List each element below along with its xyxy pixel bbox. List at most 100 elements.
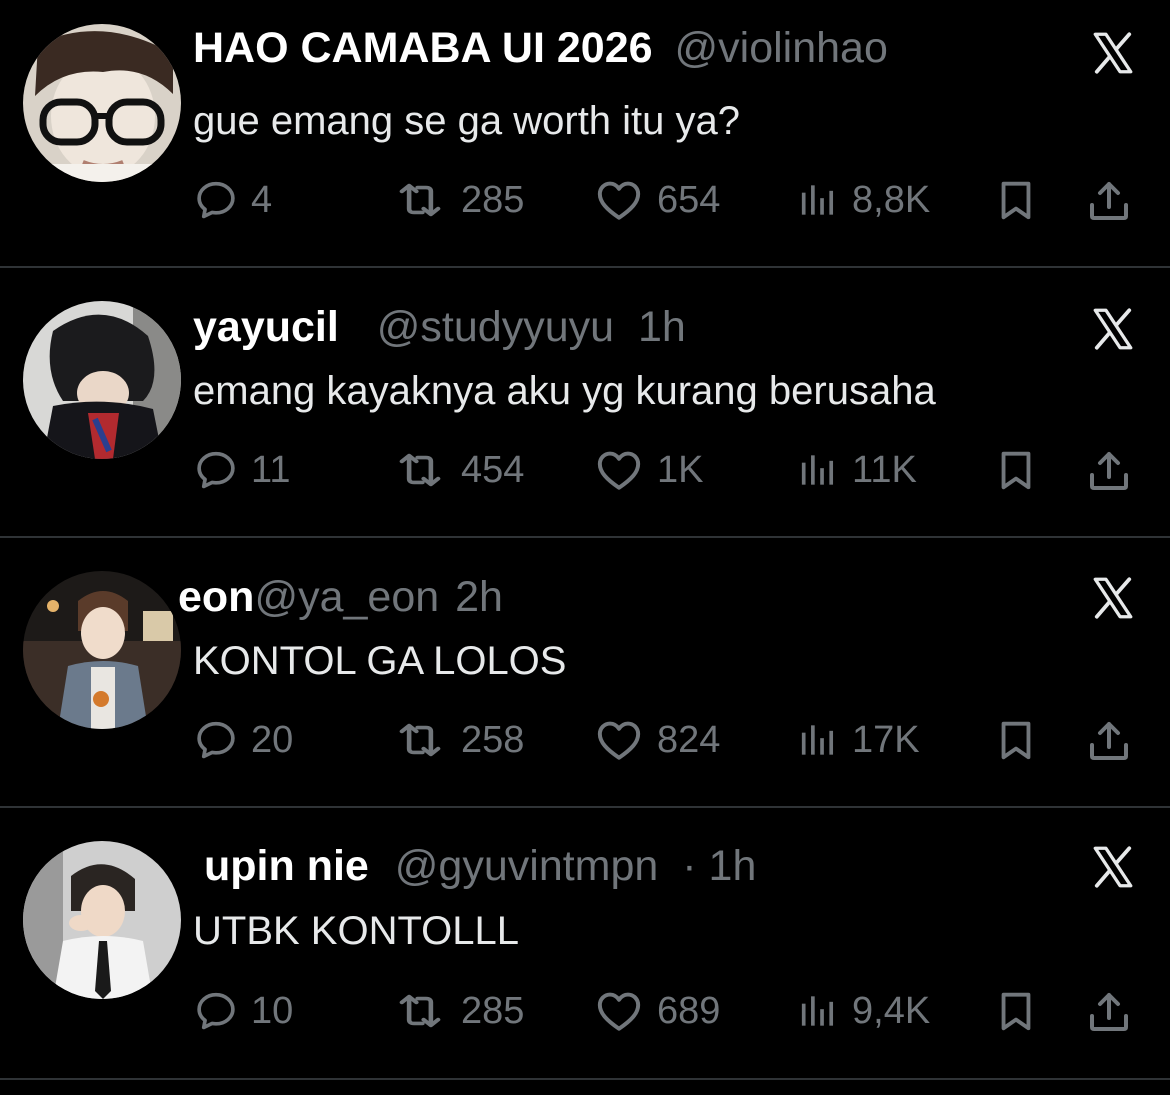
like-button[interactable]: 689 [593,984,720,1038]
reply-count: 11 [251,448,291,491]
views-icon [796,989,840,1033]
views-icon [796,718,840,762]
share-icon [1085,177,1133,225]
bookmark-button[interactable] [993,177,1039,228]
like-count: 824 [657,718,721,761]
action-bar: 4 285 654 8,8K [193,173,1143,227]
display-name[interactable]: HAO CAMABA UI 2026 [193,24,653,72]
views-count: 9,4K [852,989,931,1032]
user-handle[interactable]: @gyuvintmpn [395,842,659,890]
like-button[interactable]: 1K [593,443,703,497]
timestamp[interactable]: 1h [638,303,686,351]
views-icon [796,178,840,222]
repost-button[interactable]: 258 [391,713,524,767]
views-button[interactable]: 8,8K [796,173,930,227]
x-logo-icon [1088,573,1138,623]
reply-count: 10 [251,989,294,1032]
avatar-image [23,301,181,459]
repost-button[interactable]: 285 [391,984,524,1038]
views-button[interactable]: 17K [796,713,920,767]
tweet-text: KONTOL GA LOLOS [193,639,567,683]
bookmark-icon [993,988,1039,1034]
repost-count: 258 [461,718,525,761]
reply-button[interactable]: 4 [193,173,272,227]
bookmark-icon [993,177,1039,223]
repost-icon [391,177,449,223]
tweet[interactable]: yayucil @studyyuyu 1h emang kayaknya aku… [0,268,1170,536]
like-count: 689 [657,989,721,1032]
bookmark-icon [993,717,1039,763]
tweet-text: gue emang se ga worth itu ya? [193,99,741,143]
bookmark-button[interactable] [993,447,1039,498]
share-button[interactable] [1085,717,1133,770]
action-bar: 20 258 824 17K [193,713,1143,767]
reply-button[interactable]: 20 [193,713,293,767]
reply-count: 4 [251,178,273,221]
views-button[interactable]: 11K [796,443,917,497]
repost-icon [391,717,449,763]
tweet-header: yayucil @studyyuyu 1h [193,301,686,353]
like-button[interactable]: 824 [593,713,720,767]
repost-button[interactable]: 285 [391,173,524,227]
heart-icon [593,715,645,765]
user-handle[interactable]: @violinhao [675,24,888,72]
avatar-image [23,24,181,182]
share-icon [1085,988,1133,1036]
views-count: 17K [852,718,920,761]
share-button[interactable] [1085,988,1133,1041]
share-icon [1085,717,1133,765]
bookmark-button[interactable] [993,988,1039,1039]
avatar[interactable] [23,24,181,182]
share-icon [1085,447,1133,495]
views-count: 11K [852,448,917,491]
display-name[interactable]: yayucil [193,303,339,351]
views-count: 8,8K [852,178,931,221]
timestamp[interactable]: 2h [455,573,503,621]
user-handle[interactable]: @ya_eon [254,573,439,621]
views-icon [796,448,840,492]
reply-icon [193,177,239,223]
avatar[interactable] [23,841,181,999]
divider [0,1078,1170,1080]
bookmark-button[interactable] [993,717,1039,768]
heart-icon [593,986,645,1036]
user-handle[interactable]: @studyyuyu [377,303,614,351]
reply-count: 20 [251,718,294,761]
like-button[interactable]: 654 [593,173,720,227]
views-button[interactable]: 9,4K [796,984,930,1038]
tweet[interactable]: HAO CAMABA UI 2026 @violinhao gue emang … [0,0,1170,266]
avatar[interactable] [23,301,181,459]
repost-icon [391,447,449,493]
share-button[interactable] [1085,447,1133,500]
tweet-text: emang kayaknya aku yg kurang berusaha [193,369,936,413]
reply-icon [193,988,239,1034]
avatar[interactable] [23,571,181,729]
reply-icon [193,447,239,493]
repost-count: 285 [461,989,525,1032]
timestamp[interactable]: · 1h [682,842,756,890]
tweet[interactable]: upin nie @gyuvintmpn · 1h UTBK KONTOLLL … [0,808,1170,1076]
tweet-header: eon@ya_eon 2h [178,571,503,623]
share-button[interactable] [1085,177,1133,230]
heart-icon [593,445,645,495]
repost-count: 285 [461,178,525,221]
action-bar: 11 454 1K 11K [193,443,1143,497]
display-name[interactable]: upin nie [204,842,369,890]
repost-count: 454 [461,448,525,491]
x-logo-icon [1088,842,1138,892]
tweet-header: upin nie @gyuvintmpn · 1h [204,840,756,892]
bookmark-icon [993,447,1039,493]
heart-icon [593,175,645,225]
avatar-image [23,571,181,729]
like-count: 654 [657,178,721,221]
x-logo-icon [1088,304,1138,354]
reply-button[interactable]: 11 [193,443,290,497]
repost-button[interactable]: 454 [391,443,524,497]
reply-button[interactable]: 10 [193,984,293,1038]
action-bar: 10 285 689 9,4K [193,984,1143,1038]
reply-icon [193,717,239,763]
tweet[interactable]: eon@ya_eon 2h KONTOL GA LOLOS 20 258 824… [0,538,1170,806]
display-name[interactable]: eon [178,573,254,621]
x-logo-icon [1088,28,1138,78]
repost-icon [391,988,449,1034]
